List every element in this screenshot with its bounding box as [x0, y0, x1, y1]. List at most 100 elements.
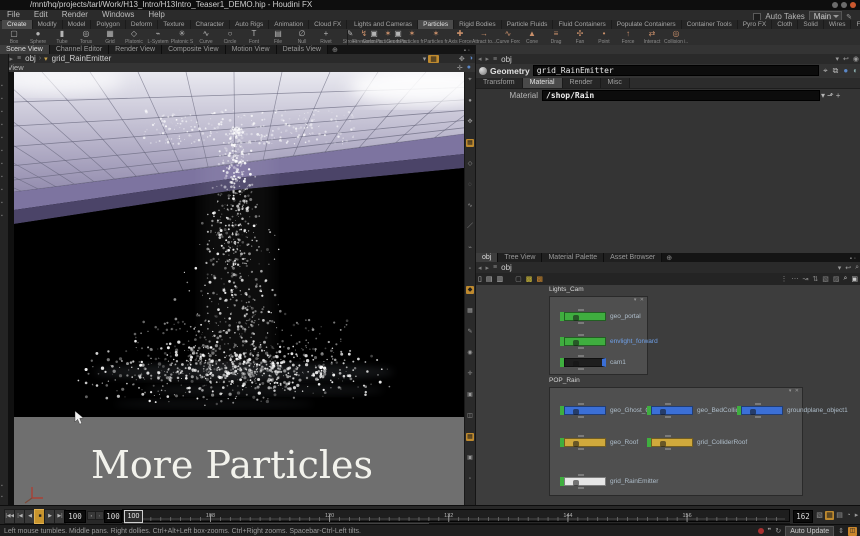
tool-curve[interactable]: ∿Curve	[194, 29, 218, 45]
tool-torus[interactable]: ◎Torus	[74, 29, 98, 45]
param-tab-transform[interactable]: Transform	[476, 78, 523, 88]
left-tool-icon[interactable]: ▪	[1, 136, 6, 141]
viewport-tool-icon[interactable]: ▣	[466, 454, 474, 462]
node-input-stub[interactable]	[578, 403, 584, 405]
tool-attract-to[interactable]: →Attract to...	[472, 29, 496, 45]
net-forward-icon[interactable]: ▸	[484, 264, 492, 272]
shelf-tab-create[interactable]: Create	[2, 20, 33, 29]
pane-tab-composite-view[interactable]: Composite View	[162, 45, 225, 54]
tool-tube[interactable]: ▮Tube	[50, 29, 74, 45]
wire-style-icon[interactable]: ↝	[800, 275, 810, 283]
node-output-stub[interactable]	[578, 487, 584, 489]
param-undo-icon[interactable]: ↩	[841, 55, 851, 63]
viewport-tool-icon[interactable]: ▣	[466, 391, 474, 399]
node-geo-roof[interactable]: geo_Roof	[560, 438, 606, 447]
net-tab-obj[interactable]: obj	[476, 253, 498, 262]
interrupt-icon[interactable]: ◫	[848, 527, 857, 536]
tool-box[interactable]: ▢Box	[2, 29, 26, 45]
node-body[interactable]	[651, 406, 693, 415]
shelf-tab-character[interactable]: Character	[191, 20, 231, 29]
left-tool-icon[interactable]: ▪	[1, 214, 6, 219]
viewport-tool-icon[interactable]: ◌	[466, 181, 474, 189]
node-envlight-forward[interactable]: envlight_forward	[560, 337, 606, 346]
shelf-tab-pyro-fx[interactable]: Pyro FX	[738, 20, 772, 29]
tool-fireworks[interactable]: ↯Fireworks	[352, 29, 376, 45]
shelf-tab-particles[interactable]: Particles	[418, 20, 454, 29]
node-output-stub[interactable]	[578, 322, 584, 324]
path-dropdown-icon[interactable]: ▾	[421, 55, 429, 63]
net-tab-asset-browser[interactable]: Asset Browser	[604, 253, 662, 262]
playbar-menu-icon[interactable]: ▸	[852, 511, 860, 520]
tool-fan[interactable]: ✣Fan	[568, 29, 592, 45]
shelf-tab-lights-and-cameras[interactable]: Lights and Cameras	[349, 20, 418, 29]
node-input-stub[interactable]	[755, 403, 761, 405]
current-frame-field[interactable]: 100	[64, 510, 86, 523]
gear-icon[interactable]: ⧉	[832, 66, 840, 76]
left-tool-icon[interactable]: ▪	[1, 201, 6, 206]
shelf-tab-wires[interactable]: Wires	[824, 20, 852, 29]
tool-particles-fr[interactable]: ✶Particles fr...	[424, 29, 448, 45]
viewport-tool-icon[interactable]: ●	[466, 97, 474, 105]
menu-edit[interactable]: Edit	[27, 10, 55, 20]
shelf-tab-animation[interactable]: Animation	[269, 20, 309, 29]
frame-clamp-icon[interactable]: ▫	[95, 511, 104, 520]
node-body[interactable]	[564, 438, 606, 447]
node-groundplane-object1[interactable]: groundplane_object1	[737, 406, 783, 415]
performance-icon[interactable]: ▧	[815, 511, 824, 520]
node-geo-portal[interactable]: geo_portal	[560, 312, 606, 321]
network-box-pop-rain[interactable]: ▾ ✕geo_Ghost_Collidergeo_BedCollidergrou…	[549, 387, 803, 496]
node-body[interactable]	[564, 337, 606, 346]
left-tool-icon[interactable]: ▪	[1, 97, 6, 102]
tool-curve-force[interactable]: ∿Curve Force	[496, 29, 520, 45]
menu-render[interactable]: Render	[55, 10, 95, 20]
help-icon[interactable]: ●	[842, 66, 849, 75]
node-output-stub[interactable]	[755, 416, 761, 418]
net-dots-icon[interactable]: ⋮	[778, 275, 789, 283]
network-canvas[interactable]: Lights_Cam▾ ✕geo_portalenvlight_forwardc…	[476, 285, 860, 505]
network-path[interactable]: obj	[499, 263, 514, 272]
snap-icon[interactable]: ✥	[457, 55, 467, 63]
tool-sphere[interactable]: ●Sphere	[26, 29, 50, 45]
tool-font[interactable]: TFont	[242, 29, 266, 45]
view-globe-icon[interactable]: ●	[465, 64, 475, 71]
range-start-field[interactable]: 100	[104, 510, 122, 523]
net-undo-icon[interactable]: ↩	[843, 264, 853, 272]
minimize-button[interactable]	[832, 2, 838, 8]
node-output-stub[interactable]	[578, 448, 584, 450]
left-tool-icon[interactable]: ▪	[1, 123, 6, 128]
tool-particles-fr[interactable]: ✶Particles fr...	[400, 29, 424, 45]
node-name-field[interactable]: grid_RainEmitter	[533, 65, 819, 76]
title-bar[interactable]: /mnt/hq/projects/tarl/Work/H13_Intro/H13…	[0, 0, 860, 10]
node-input-stub[interactable]	[578, 355, 584, 357]
shelf-tab-fluid-containers[interactable]: Fluid Containers	[553, 20, 611, 29]
material-jump-icon[interactable]: ⬏	[826, 91, 835, 100]
playhead[interactable]: 100	[124, 510, 143, 523]
viewport-tool-icon[interactable]: ⌁	[466, 244, 474, 252]
param-pin-icon[interactable]: ◉	[851, 55, 860, 63]
left-tool-icon[interactable]: ▪	[1, 175, 6, 180]
shelf-tab-rigid-bodies[interactable]: Rigid Bodies	[454, 20, 502, 29]
viewport-tool-icon[interactable]: ／	[466, 223, 474, 231]
path-list-icon[interactable]: ≡	[15, 55, 23, 62]
update-mode-arrows-icon[interactable]: ⇕	[838, 527, 844, 535]
shelf-tab-texture[interactable]: Texture	[158, 20, 190, 29]
box-controls-icon[interactable]: ▾ ✕	[789, 388, 800, 394]
node-output-stub[interactable]	[578, 347, 584, 349]
select-mode-icon[interactable]: ▦	[428, 55, 439, 63]
updown-icon[interactable]: ⇅	[810, 275, 820, 283]
net-back-icon[interactable]: ◂	[476, 264, 484, 272]
param-list-icon[interactable]: ≡	[491, 56, 499, 63]
realtime-toggle-icon[interactable]: ▦	[825, 511, 834, 520]
viewport-tool-icon[interactable]: ∿	[466, 202, 474, 210]
param-back-icon[interactable]: ◂	[476, 55, 484, 63]
pane-tab-render-view[interactable]: Render View	[109, 45, 162, 54]
pane-tab-motion-view[interactable]: Motion View	[226, 45, 277, 54]
node-select-icon[interactable]: ⌖	[822, 66, 829, 76]
tool-axis-force[interactable]: ✚Axis Force	[448, 29, 472, 45]
node-grid-rainemitter[interactable]: grid_RainEmitter	[560, 477, 606, 486]
menu-help[interactable]: Help	[141, 10, 171, 20]
loop-icon[interactable]: ▤	[835, 511, 844, 520]
tool-interact[interactable]: ⇄Interact	[640, 29, 664, 45]
net-list-icon[interactable]: ≡	[491, 264, 499, 271]
net-frame-icon[interactable]: ▣	[849, 275, 860, 283]
